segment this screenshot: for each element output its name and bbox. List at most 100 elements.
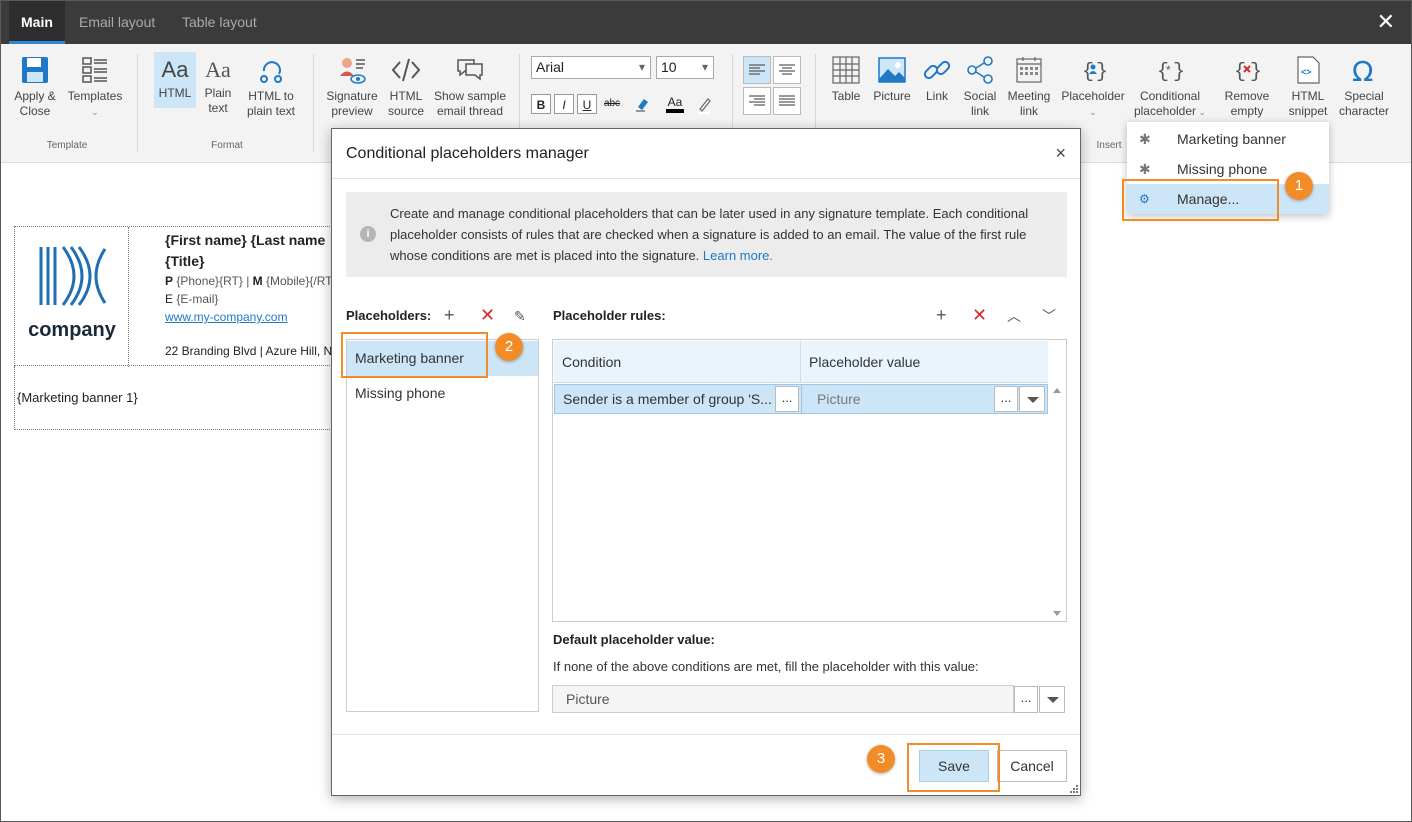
edit-default-value-button[interactable]: ...: [1014, 686, 1038, 713]
tab-email-layout[interactable]: Email layout: [67, 1, 167, 44]
callout-badge-1: 1: [1285, 172, 1313, 200]
insert-social-link-button[interactable]: Social link: [959, 54, 1001, 119]
divider: [332, 734, 1080, 735]
conditional-placeholder-label-1: Conditional: [1139, 89, 1201, 103]
plain-text-button[interactable]: Aa Plain text: [199, 54, 237, 116]
default-value-dropdown-button[interactable]: [1039, 686, 1065, 713]
apply-close-button[interactable]: Apply & Close: [9, 54, 61, 119]
font-color-button[interactable]: Aa: [663, 92, 687, 113]
html-source-label-2: source: [387, 104, 425, 118]
resize-grip-icon[interactable]: [1068, 783, 1078, 793]
link-icon: [923, 60, 951, 80]
menu-item-marketing-banner[interactable]: ✱ Marketing banner: [1127, 124, 1329, 154]
highlight-icon[interactable]: [695, 94, 715, 114]
html-to-plain-label-2: plain text: [246, 104, 296, 118]
insert-picture-button[interactable]: Picture: [870, 54, 914, 104]
value-dropdown-button[interactable]: [1019, 386, 1045, 412]
default-value-field[interactable]: Picture: [552, 685, 1014, 713]
align-left-icon: [749, 64, 765, 75]
company-logo[interactable]: company: [15, 227, 129, 367]
add-rule-icon[interactable]: +: [936, 306, 947, 324]
font-family-select[interactable]: Arial ▾: [531, 56, 651, 79]
logo-text: company: [28, 319, 117, 341]
italic-button[interactable]: I: [554, 94, 574, 114]
marketing-banner-placeholder[interactable]: {Marketing banner 1}: [14, 366, 334, 430]
remove-empty-button[interactable]: {} Remove empty: [1219, 54, 1275, 132]
table-row[interactable]: Sender is a member of group 'S... ... Pi…: [554, 384, 1048, 414]
move-up-icon[interactable]: ︿: [1007, 307, 1021, 325]
rule-condition[interactable]: Sender is a member of group 'S...: [563, 385, 773, 413]
meeting-link-label-1: Meeting: [1007, 89, 1051, 103]
aa-plain-icon: Aa: [205, 57, 231, 82]
insert-html-snippet-button[interactable]: <> HTML snippet: [1285, 54, 1331, 119]
insert-special-character-button[interactable]: Ω Special character: [1337, 54, 1391, 119]
strikethrough-button[interactable]: abc: [602, 94, 622, 114]
column-header-placeholder-value: Placeholder value: [809, 354, 921, 370]
insert-link-button[interactable]: Link: [919, 54, 955, 104]
website-link[interactable]: www.my-company.com: [165, 308, 332, 326]
html-format-button[interactable]: Aa HTML: [154, 52, 196, 108]
chevron-down-icon: ▾: [701, 60, 708, 74]
delete-rule-icon[interactable]: ✕: [972, 306, 987, 324]
show-sample-email-thread-button[interactable]: Show sample email thread: [431, 54, 509, 119]
signature-details[interactable]: {First name} {Last name {Title} P {Phone…: [165, 230, 332, 360]
group-label-template: Template: [46, 140, 88, 151]
list-item-missing-phone[interactable]: Missing phone: [347, 376, 538, 411]
picture-icon: [878, 57, 906, 83]
svg-text:}: }: [1096, 61, 1108, 84]
rule-value[interactable]: Picture: [817, 385, 987, 413]
align-left-button[interactable]: [743, 56, 771, 84]
title-placeholder: {Title}: [165, 253, 205, 269]
close-icon[interactable]: ×: [1055, 143, 1066, 164]
align-center-button[interactable]: [773, 56, 801, 84]
default-value-description: If none of the above conditions are met,…: [553, 659, 979, 674]
align-justify-button[interactable]: [773, 87, 801, 115]
callout-box-marketing-banner: [341, 332, 488, 378]
name-placeholder: {First name} {Last name: [165, 232, 326, 248]
edit-condition-button[interactable]: ...: [775, 386, 799, 412]
callout-box-save: [907, 743, 1000, 792]
placeholder-icon: {}: [1082, 61, 1108, 84]
signature-table[interactable]: company {First name} {Last name {Title} …: [14, 226, 334, 367]
cancel-button[interactable]: Cancel: [997, 750, 1067, 782]
special-character-label-2: character: [1338, 104, 1390, 118]
scroll-up-icon[interactable]: [1053, 388, 1061, 393]
rules-scrollbar[interactable]: [1049, 384, 1065, 620]
move-down-icon[interactable]: ﹀: [1042, 307, 1056, 325]
align-right-button[interactable]: [743, 87, 771, 115]
chevron-down-icon: ⌄: [1089, 107, 1097, 117]
save-icon: [22, 57, 48, 83]
insert-meeting-link-button[interactable]: Meeting link: [1005, 54, 1053, 119]
edit-value-button[interactable]: ...: [994, 386, 1018, 412]
signature-preview-button[interactable]: Signature preview: [323, 54, 381, 119]
signature-preview-label-1: Signature: [326, 89, 378, 103]
insert-placeholder-button[interactable]: {} Placeholder ⌄: [1059, 54, 1127, 120]
underline-button[interactable]: U: [577, 94, 597, 114]
social-link-label-2: link: [970, 104, 989, 118]
add-placeholder-icon[interactable]: +: [444, 306, 455, 324]
learn-more-link[interactable]: Learn more.: [703, 248, 773, 263]
svg-text:{: {: [1234, 61, 1246, 84]
bold-button[interactable]: B: [531, 94, 551, 114]
insert-table-button[interactable]: Table: [827, 54, 865, 104]
svg-text:}: }: [1173, 61, 1185, 84]
tab-table-layout[interactable]: Table layout: [170, 1, 269, 44]
insert-conditional-placeholder-button[interactable]: {} * Conditional placeholder ⌄: [1133, 54, 1207, 120]
conditional-placeholder-icon: {}*: [1157, 61, 1185, 84]
html-source-button[interactable]: HTML source: [385, 54, 427, 119]
templates-label: Templates: [67, 89, 123, 103]
scroll-down-icon[interactable]: [1053, 611, 1061, 616]
edit-placeholder-icon[interactable]: ✎: [514, 307, 526, 325]
editor-window: Main Email layout Table layout ✕ Apply &…: [0, 0, 1412, 822]
templates-button[interactable]: Templates ⌄: [65, 54, 125, 120]
clear-format-icon[interactable]: [633, 94, 653, 114]
link-label: Link: [925, 89, 948, 103]
show-sample-label-1: Show sample: [433, 89, 507, 103]
tab-main[interactable]: Main: [9, 1, 65, 44]
font-size-select[interactable]: 10 ▾: [656, 56, 714, 79]
rules-header: Condition Placeholder value: [554, 341, 1048, 383]
close-icon[interactable]: ✕: [1377, 11, 1395, 33]
aa-icon: Aa: [161, 57, 189, 82]
html-to-plain-button[interactable]: HTML to plain text: [241, 54, 301, 119]
delete-placeholder-icon[interactable]: ✕: [480, 306, 495, 324]
